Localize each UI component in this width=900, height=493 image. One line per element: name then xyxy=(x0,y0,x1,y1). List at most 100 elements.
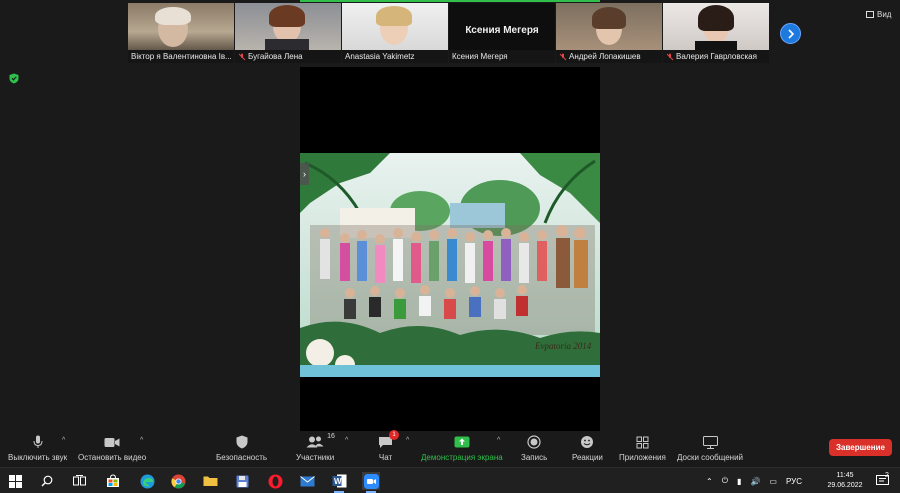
participants-button[interactable]: 16 Участники xyxy=(296,433,335,462)
mic-muted-icon xyxy=(559,53,567,60)
taskbar-app-disk[interactable] xyxy=(233,472,251,490)
video-options-caret[interactable]: ^ xyxy=(140,437,143,444)
mic-muted-icon xyxy=(666,53,674,60)
participant-video xyxy=(235,3,341,53)
participant-tile[interactable]: Андрей Лопакишев xyxy=(556,3,662,63)
view-button[interactable]: Вид xyxy=(866,10,891,19)
participant-name: Валерия Гаврловская xyxy=(676,52,757,61)
reactions-label: Реакции xyxy=(572,453,603,462)
participant-video xyxy=(128,3,234,51)
participant-strip: Вiктор я Валентиновна Iв... Бугайова Лен… xyxy=(128,3,769,63)
participant-tile[interactable]: Ксения Мегеря Ксения Мегеря xyxy=(449,3,555,63)
taskbar-edge[interactable] xyxy=(138,472,156,490)
mute-button[interactable]: Выключить звук xyxy=(8,434,67,462)
windows-taskbar: W ⌃ ⏻ ▮ 🔊 ▭ РУС 11:45 29.06.2022 2 xyxy=(0,467,900,493)
share-options-caret[interactable]: ^ xyxy=(497,437,500,444)
chat-options-caret[interactable]: ^ xyxy=(406,437,409,444)
microphone-icon xyxy=(33,435,43,448)
record-icon xyxy=(527,435,541,449)
task-view-button[interactable] xyxy=(70,472,88,490)
chat-button[interactable]: 1 Чат xyxy=(378,430,399,462)
participant-name: Anastasia Yakimetz xyxy=(345,52,415,61)
participant-tile[interactable]: Вiктор я Валентиновна Iв... xyxy=(128,3,234,63)
taskbar-chrome[interactable] xyxy=(169,472,187,490)
language-indicator[interactable]: РУС xyxy=(786,477,802,486)
taskbar-word[interactable]: W xyxy=(330,472,348,493)
participant-avatar-name: Ксения Мегеря xyxy=(465,25,539,36)
share-screen-label: Демонстрация экрана xyxy=(421,453,503,462)
participant-name: Вiктор я Валентиновна Iв... xyxy=(131,52,232,61)
chrome-browser-icon xyxy=(170,474,185,488)
shield-icon xyxy=(236,435,248,449)
apps-label: Приложения xyxy=(619,453,666,462)
share-screen-icon xyxy=(454,436,470,448)
video-label: Остановить видео xyxy=(78,453,147,462)
task-view-icon xyxy=(72,475,86,486)
next-page-button[interactable] xyxy=(780,23,801,44)
network-icon[interactable]: ▭ xyxy=(769,477,777,486)
floppy-icon xyxy=(236,475,248,487)
audio-options-caret[interactable]: ^ xyxy=(62,437,65,444)
security-button[interactable]: Безопасность xyxy=(216,434,267,462)
word-doc-icon: W xyxy=(332,474,346,488)
notification-count: 2 xyxy=(885,472,889,479)
video-camera-icon xyxy=(104,437,120,447)
participant-name: Ксения Мегеря xyxy=(452,52,508,61)
chat-unread-badge: 1 xyxy=(389,430,399,440)
opera-browser-icon xyxy=(268,474,282,488)
chevron-up-icon[interactable]: ⌃ xyxy=(706,477,713,486)
participants-label: Участники xyxy=(296,453,335,462)
meeting-toolbar: Выключить звук ^ Остановить видео ^ Безо… xyxy=(0,430,900,467)
participant-tile[interactable]: Валерия Гаврловская xyxy=(663,3,769,63)
photo-caption: Evpatoria 2014 xyxy=(534,341,592,351)
chevron-right-icon xyxy=(787,28,794,39)
edge-browser-icon xyxy=(140,474,154,488)
chevron-right-icon: › xyxy=(303,169,306,179)
side-panel-toggle[interactable]: › xyxy=(300,163,309,185)
taskbar-mail[interactable] xyxy=(298,472,316,490)
search-button[interactable] xyxy=(38,472,56,490)
grid-view-icon xyxy=(866,11,874,18)
power-icon[interactable]: ⏻ xyxy=(722,476,728,486)
reactions-button[interactable]: Реакции xyxy=(572,434,603,462)
store-bag-icon xyxy=(107,474,119,487)
participants-options-caret[interactable]: ^ xyxy=(345,437,348,444)
windows-logo-icon xyxy=(8,474,22,488)
record-label: Запись xyxy=(521,453,548,462)
end-meeting-button[interactable]: Завершение xyxy=(829,439,892,456)
share-screen-button[interactable]: Демонстрация экрана xyxy=(421,434,503,462)
mute-label: Выключить звук xyxy=(8,453,68,462)
sharing-indicator-bar xyxy=(300,0,600,2)
chat-label: Чат xyxy=(378,453,393,462)
start-button[interactable] xyxy=(6,472,24,490)
participant-video xyxy=(663,3,769,51)
taskbar-file-explorer[interactable] xyxy=(201,472,219,490)
battery-icon[interactable]: ▮ xyxy=(737,477,741,486)
speaker-icon[interactable]: 🔊 xyxy=(750,477,760,486)
whiteboard-icon xyxy=(702,435,718,449)
taskbar-store[interactable] xyxy=(104,472,122,490)
taskbar-clock[interactable]: 11:45 29.06.2022 xyxy=(825,471,865,491)
zoom-meeting-window: Вiктор я Валентиновна Iв... Бугайова Лен… xyxy=(0,0,900,493)
stop-video-button[interactable]: Остановить видео xyxy=(78,434,146,462)
apps-icon xyxy=(636,436,649,448)
taskbar-zoom[interactable] xyxy=(362,472,380,493)
participant-tile[interactable]: Бугайова Лена xyxy=(235,3,341,63)
participant-tile[interactable]: Anastasia Yakimetz xyxy=(342,3,448,63)
encryption-shield-icon[interactable] xyxy=(9,73,19,84)
apps-button[interactable]: Приложения xyxy=(619,434,666,462)
participant-video xyxy=(342,3,448,51)
mail-icon xyxy=(299,475,315,486)
group-photo-image: Evpatoria 2014 xyxy=(300,153,600,377)
taskbar-opera[interactable] xyxy=(266,472,284,490)
folder-icon xyxy=(203,476,217,486)
clock-date: 29.06.2022 xyxy=(827,482,863,489)
participant-name: Бугайова Лена xyxy=(248,52,303,61)
participants-count: 16 xyxy=(327,433,335,440)
zoom-camera-icon xyxy=(363,473,379,489)
security-label: Безопасность xyxy=(216,453,268,462)
view-label: Вид xyxy=(877,10,892,19)
whiteboard-button[interactable]: Доски сообщений xyxy=(677,434,743,462)
record-button[interactable]: Запись xyxy=(521,434,547,462)
mic-muted-icon xyxy=(238,53,246,60)
